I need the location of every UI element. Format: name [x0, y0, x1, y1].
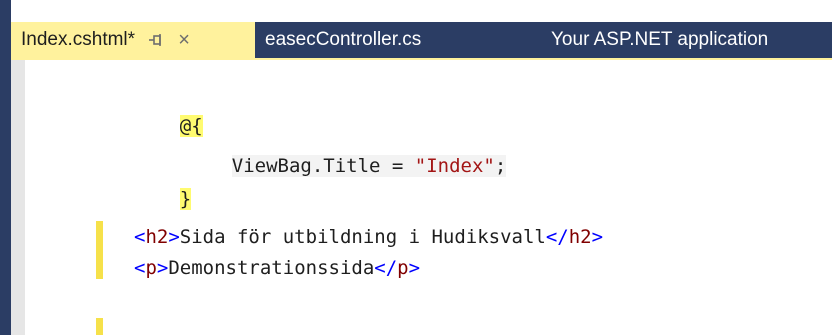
- tag-name: p: [145, 257, 157, 279]
- close-icon[interactable]: ×: [175, 29, 193, 52]
- code-line-razor-open: @{: [134, 90, 203, 137]
- tab-label: Index.cshtml*: [21, 29, 136, 50]
- code-line-razor-close: }: [134, 163, 192, 210]
- pin-icon[interactable]: [147, 31, 165, 49]
- tag-name: h2: [568, 226, 592, 248]
- p-text: Demonstrationssida: [168, 257, 375, 279]
- code-line-p: <p>Demonstrationssida</p>: [134, 256, 420, 280]
- tag-bracket: >: [591, 226, 604, 248]
- tab-label: easecController.cs: [265, 29, 422, 50]
- tab-easeccontroller-cs[interactable]: easecController.cs: [255, 22, 505, 58]
- statement-text: ViewBag.Title =: [231, 155, 415, 177]
- tag-bracket: >: [168, 226, 180, 248]
- change-marker: [96, 318, 103, 335]
- tag-bracket: >: [156, 257, 169, 279]
- tag-bracket: <: [134, 226, 146, 248]
- tag-bracket: <: [134, 257, 146, 279]
- tab-your-aspnet-application[interactable]: Your ASP.NET application: [505, 22, 832, 58]
- tag-name: h2: [145, 226, 169, 248]
- razor-block-close: }: [179, 188, 192, 210]
- tag-bracket: </: [545, 226, 569, 248]
- string-literal: "Index": [414, 155, 495, 177]
- tag-name: p: [397, 257, 409, 279]
- h2-text: Sida för utbildning i Hudiksvall: [179, 226, 546, 248]
- change-marker: [96, 221, 103, 279]
- window-frame-left: [0, 0, 11, 335]
- code-line-viewbag: ViewBag.Title = "Index";: [186, 130, 507, 177]
- tag-bracket: >: [408, 257, 421, 279]
- tag-bracket: </: [374, 257, 398, 279]
- statement-end: ;: [494, 155, 507, 177]
- tab-index-cshtml[interactable]: Index.cshtml* ×: [11, 22, 255, 58]
- code-line-h2: <h2>Sida för utbildning i Hudiksvall</h2…: [134, 225, 603, 249]
- tab-label: Your ASP.NET application: [551, 29, 769, 50]
- code-editor-window: Index.cshtml* × easecController.cs Your …: [0, 0, 832, 335]
- gutter: [11, 60, 25, 335]
